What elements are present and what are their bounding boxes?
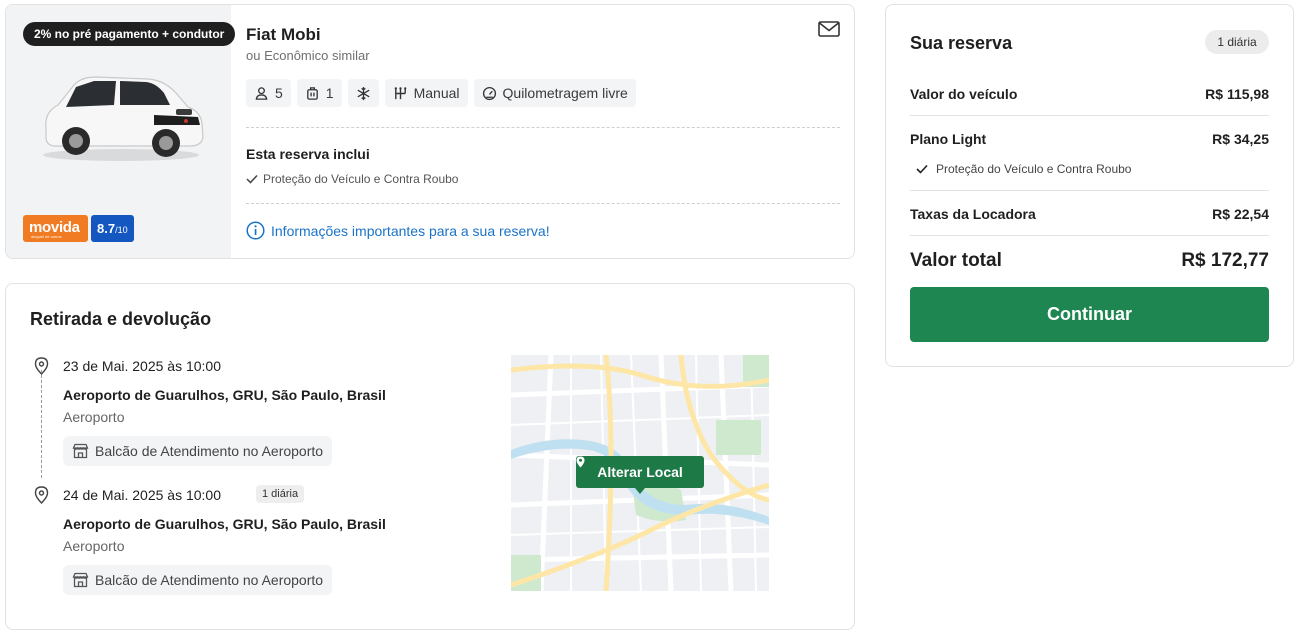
includes-item: Proteção do Veículo e Contra Roubo	[246, 172, 458, 186]
total-amount: R$ 172,77	[1181, 250, 1269, 271]
plan-label: Plano Light	[910, 131, 987, 147]
pickup-return-title: Retirada e devolução	[30, 309, 212, 329]
divider	[910, 190, 1269, 191]
vehicle-value-label: Valor do veículo	[910, 86, 1018, 102]
store-icon	[72, 572, 89, 588]
car-image	[43, 76, 204, 161]
mileage-feature: Quilometragem livre	[473, 79, 636, 107]
rental-company-logo: movida aluguel de carros	[23, 215, 88, 242]
email-icon[interactable]	[818, 21, 840, 37]
promo-badge: 2% no pré pagamento + condutor	[23, 22, 236, 46]
location-pin-icon	[34, 486, 49, 504]
summary-title: Sua reserva	[910, 33, 1013, 53]
includes-title: Esta reserva inclui	[246, 146, 370, 162]
speedometer-icon	[482, 86, 496, 100]
suitcase-icon	[306, 86, 318, 100]
snowflake-icon	[357, 86, 370, 100]
map-pin-icon	[576, 456, 585, 468]
transmission-feature: Manual	[384, 79, 468, 107]
plan-amount: R$ 34,25	[1212, 131, 1269, 147]
plan-row: Plano Light R$ 34,25	[910, 131, 1269, 147]
gearshift-icon	[394, 86, 406, 99]
return-location-name: Aeroporto de Guarulhos, GRU, São Paulo, …	[63, 516, 386, 532]
vehicle-subtitle: ou Econômico similar	[246, 48, 370, 63]
change-location-button[interactable]: Alterar Local	[576, 456, 704, 494]
reservation-summary-card: Sua reserva 1 diária Valor do veículo R$…	[885, 4, 1294, 367]
plan-included-item: Proteção do Veículo e Contra Roubo	[916, 162, 1131, 176]
location-map[interactable]: Alterar Local	[511, 355, 769, 591]
pickup-return-card: Retirada e devolução 23 de Mai. 2025 às …	[5, 283, 855, 630]
continue-button[interactable]: Continuar	[910, 287, 1269, 342]
store-icon	[72, 443, 89, 459]
fees-label: Taxas da Locadora	[910, 206, 1036, 222]
total-row: Valor total R$ 172,77	[910, 250, 1269, 272]
vehicle-value-row: Valor do veículo R$ 115,98	[910, 86, 1269, 102]
return-counter: Balcão de Atendimento no Aeroporto	[63, 565, 333, 595]
return-location-type: Aeroporto	[63, 538, 125, 554]
vehicle-features: 5 1 Manual Quilometragem livre	[246, 79, 636, 107]
divider	[910, 235, 1269, 236]
vehicle-value-amount: R$ 115,98	[1205, 86, 1269, 102]
divider	[246, 203, 840, 204]
daily-count-chip: 1 diária	[256, 485, 305, 503]
pickup-location-name: Aeroporto de Guarulhos, GRU, São Paulo, …	[63, 387, 386, 403]
info-icon	[246, 221, 265, 240]
pickup-location-type: Aeroporto	[63, 409, 125, 425]
rating-badge: 8.7/10	[91, 215, 134, 242]
divider	[910, 115, 1269, 116]
check-icon	[246, 174, 258, 184]
vehicle-title: Fiat Mobi	[246, 25, 321, 44]
divider	[246, 127, 840, 128]
luggage-feature: 1	[296, 79, 342, 107]
vehicle-card: 2% no pré pagamento + condutor movida al…	[5, 4, 855, 259]
daily-count-chip: 1 diária	[1205, 30, 1269, 54]
pickup-counter: Balcão de Atendimento no Aeroporto	[63, 436, 333, 466]
person-icon	[255, 86, 268, 100]
passengers-feature: 5	[246, 79, 291, 107]
return-date: 24 de Mai. 2025 às 10:00	[63, 487, 222, 503]
pickup-date: 23 de Mai. 2025 às 10:00	[63, 358, 222, 374]
vehicle-image-panel: 2% no pré pagamento + condutor movida al…	[6, 5, 236, 258]
fees-amount: R$ 22,54	[1212, 206, 1269, 222]
air-conditioning-feature	[347, 79, 379, 107]
check-icon	[916, 164, 928, 174]
total-label: Valor total	[910, 250, 1002, 271]
timeline-line	[41, 370, 42, 478]
important-info-link[interactable]: Informações importantes para a sua reser…	[246, 221, 550, 240]
fees-row: Taxas da Locadora R$ 22,54	[910, 206, 1269, 222]
